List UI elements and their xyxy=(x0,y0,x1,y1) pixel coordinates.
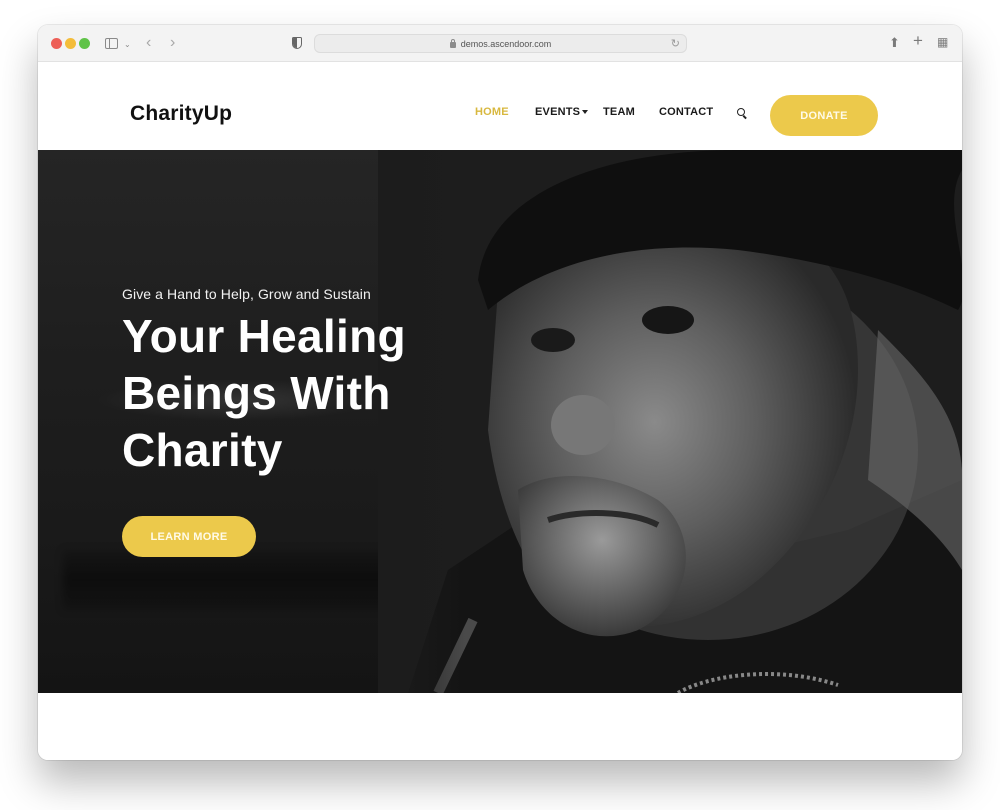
minimize-window-button[interactable] xyxy=(65,38,76,49)
donate-button[interactable]: DONATE xyxy=(770,95,878,136)
hero-section: Give a Hand to Help, Grow and Sustain Yo… xyxy=(38,150,962,693)
hero-title-line: Charity xyxy=(122,424,283,476)
nav-team[interactable]: TEAM xyxy=(603,106,635,118)
site-header: CharityUp HOME EVENTS TEAM CONTACT DONAT… xyxy=(38,62,962,150)
address-bar[interactable]: demos.ascendoor.com ↻ xyxy=(314,34,687,53)
nav-contact[interactable]: CONTACT xyxy=(659,106,713,118)
close-window-button[interactable] xyxy=(51,38,62,49)
reload-icon[interactable]: ↻ xyxy=(671,37,680,50)
hero-subtitle: Give a Hand to Help, Grow and Sustain xyxy=(122,286,371,302)
hero-title-line: Your Healing xyxy=(122,310,406,362)
forward-icon[interactable]: › xyxy=(170,35,175,51)
hero-title: Your Healing Beings With Charity xyxy=(122,308,482,479)
lock-icon xyxy=(449,38,456,48)
sidebar-icon[interactable] xyxy=(105,38,118,49)
url-text: demos.ascendoor.com xyxy=(460,38,552,49)
hero-title-line: Beings With xyxy=(122,367,391,419)
back-icon[interactable]: ‹ xyxy=(146,35,151,51)
site-logo[interactable]: CharityUp xyxy=(130,102,232,126)
shield-icon[interactable] xyxy=(292,37,302,49)
browser-window: ⌄ ‹ › demos.ascendoor.com ↻ ⬆ + ▦ Charit… xyxy=(38,25,962,760)
page-content-below-hero xyxy=(38,693,962,760)
nav-events[interactable]: EVENTS xyxy=(535,106,580,118)
search-icon[interactable] xyxy=(737,108,745,116)
zoom-window-button[interactable] xyxy=(79,38,90,49)
share-icon[interactable]: ⬆ xyxy=(889,36,900,49)
browser-toolbar: ⌄ ‹ › demos.ascendoor.com ↻ ⬆ + ▦ xyxy=(38,25,962,62)
nav-home[interactable]: HOME xyxy=(475,106,509,118)
learn-more-button[interactable]: LEARN MORE xyxy=(122,516,256,557)
tabs-grid-icon[interactable]: ▦ xyxy=(937,36,948,49)
new-tab-icon[interactable]: + xyxy=(913,32,923,49)
caret-down-icon[interactable] xyxy=(582,110,588,114)
chevron-down-icon[interactable]: ⌄ xyxy=(124,38,131,51)
